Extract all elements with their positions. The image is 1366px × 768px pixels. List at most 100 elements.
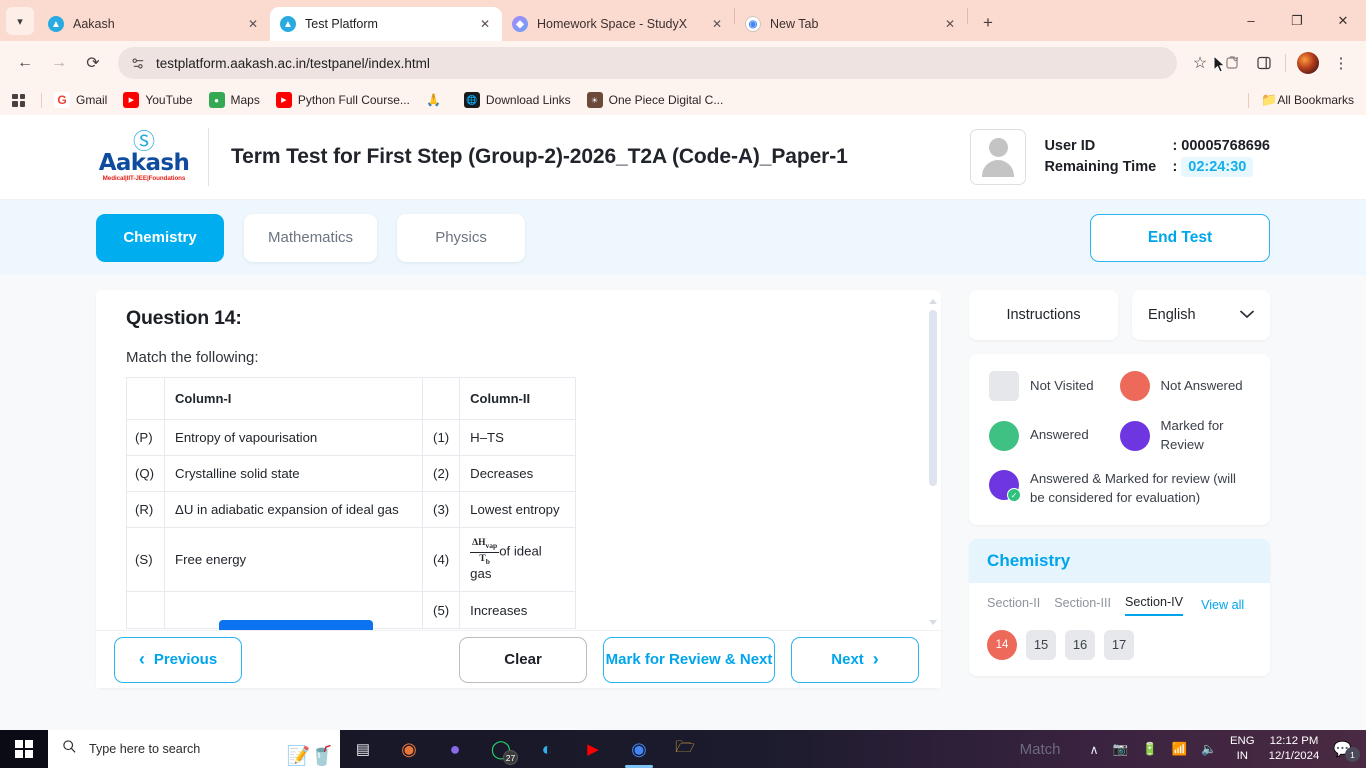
profile-avatar[interactable] bbox=[1297, 52, 1319, 74]
body-area: Question 14: Match the following: Column… bbox=[0, 275, 1366, 730]
battery-icon[interactable]: 🔋 bbox=[1135, 742, 1165, 757]
scroll-down-arrow-icon[interactable] bbox=[929, 620, 938, 625]
windows-logo-icon bbox=[14, 739, 34, 759]
apps-grid-icon[interactable] bbox=[12, 93, 25, 107]
user-info: User ID : 00005768696 Remaining Time : 0… bbox=[970, 129, 1366, 185]
browser-tab-aakash[interactable]: ▲ Aakash ✕ bbox=[38, 7, 270, 41]
legend-label: Answered & Marked for review (will be co… bbox=[1030, 471, 1236, 506]
address-bar[interactable]: testplatform.aakash.ac.in/testpanel/inde… bbox=[118, 47, 1177, 79]
legend-not-visited: Not Visited bbox=[989, 371, 1119, 401]
bookmark-label: Download Links bbox=[485, 93, 571, 107]
row-text-left: Crystalline solid state bbox=[164, 455, 424, 492]
question-number-15[interactable]: 15 bbox=[1026, 629, 1057, 660]
next-button[interactable]: Next › bbox=[791, 636, 920, 683]
toolbar-divider bbox=[1285, 54, 1286, 72]
language-select[interactable]: English bbox=[1132, 290, 1270, 340]
copilot-icon[interactable]: ◉ bbox=[386, 730, 432, 768]
chrome-icon[interactable]: ◉ bbox=[616, 730, 662, 768]
row-key-left: (R) bbox=[125, 491, 166, 528]
close-icon[interactable]: ✕ bbox=[708, 17, 726, 31]
question-scrollbar[interactable] bbox=[928, 298, 939, 626]
section-tab-ii[interactable]: Section-II bbox=[987, 596, 1040, 615]
answered-marked-swatch: ✓ bbox=[989, 470, 1022, 503]
section-tab-iii[interactable]: Section-III bbox=[1054, 596, 1111, 615]
close-window-button[interactable]: ✕ bbox=[1320, 0, 1366, 41]
clock[interactable]: 12:12 PM 12/1/2024 bbox=[1261, 734, 1328, 763]
volume-icon[interactable]: 🔈 bbox=[1194, 742, 1224, 757]
legend-answered: Answered bbox=[989, 417, 1119, 454]
wifi-icon[interactable]: 📶 bbox=[1165, 742, 1195, 757]
site-settings-icon[interactable] bbox=[131, 56, 146, 71]
start-button[interactable] bbox=[0, 730, 48, 768]
question-number-17[interactable]: 17 bbox=[1104, 629, 1135, 660]
next-label: Next bbox=[831, 651, 864, 668]
previous-button[interactable]: ‹ Previous bbox=[114, 636, 242, 683]
legend-row: ✓ Answered & Marked for review (will be … bbox=[989, 470, 1250, 507]
edge-copilot-icon[interactable]: ● bbox=[432, 730, 478, 768]
system-tray: Match ∧ 📷 🔋 📶 🔈 ENG IN 12:12 PM 12/1/202… bbox=[1020, 734, 1366, 763]
bookmark-maps[interactable]: ● Maps bbox=[208, 92, 260, 108]
scroll-up-arrow-icon[interactable] bbox=[929, 299, 938, 304]
bookmark-label: Python Full Course... bbox=[297, 93, 410, 107]
section-tab-iv[interactable]: Section-IV bbox=[1124, 595, 1184, 616]
new-tab-button[interactable]: + bbox=[974, 9, 1002, 37]
youtube-icon[interactable]: ▶ bbox=[570, 730, 616, 768]
tab-chemistry[interactable]: Chemistry bbox=[96, 213, 224, 262]
remaining-time-value: 02:24:30 bbox=[1181, 156, 1254, 177]
language-indicator[interactable]: ENG IN bbox=[1224, 734, 1261, 763]
avatar bbox=[970, 129, 1027, 185]
fraction-deltaH-over-Tb: ΔHvap Tb bbox=[470, 538, 500, 566]
not-visited-swatch bbox=[989, 371, 1020, 401]
side-panel-icon[interactable] bbox=[1249, 48, 1279, 78]
taskbar-search[interactable]: Type here to search 📝🥤 bbox=[48, 730, 340, 768]
close-icon[interactable]: ✕ bbox=[476, 17, 494, 31]
back-icon[interactable]: ← bbox=[10, 48, 40, 78]
bookmark-star-icon[interactable]: ☆ bbox=[1185, 48, 1215, 78]
tab-physics[interactable]: Physics bbox=[397, 213, 526, 262]
check-badge-icon: ✓ bbox=[1007, 488, 1022, 503]
tab-search-icon[interactable]: ▾ bbox=[6, 7, 34, 35]
scrollbar-thumb[interactable] bbox=[929, 310, 938, 486]
row-text-right: H–TS bbox=[459, 419, 577, 456]
clock-date: 12/1/2024 bbox=[1268, 750, 1320, 762]
user-id-label: User ID bbox=[1044, 137, 1096, 154]
browser-tab-studyx[interactable]: ◆ Homework Space - StudyX ✕ bbox=[502, 7, 734, 41]
language-value: English bbox=[1148, 307, 1196, 323]
browser-tab-test-platform[interactable]: ▲ Test Platform ✕ bbox=[270, 7, 502, 41]
notifications-icon[interactable]: 💬 1 bbox=[1327, 740, 1360, 762]
file-explorer-icon[interactable]: 🗁 bbox=[662, 730, 708, 768]
bookmark-youtube[interactable]: ▶ YouTube bbox=[123, 92, 193, 108]
tab-mathematics[interactable]: Mathematics bbox=[244, 213, 378, 262]
reload-icon[interactable]: ⟳ bbox=[78, 48, 108, 78]
minimize-button[interactable]: – bbox=[1228, 0, 1274, 41]
bookmark-download-links[interactable]: 🌐 Download Links bbox=[463, 92, 571, 108]
mark-for-review-next-button[interactable]: Mark for Review & Next bbox=[603, 636, 776, 683]
clear-button[interactable]: Clear bbox=[459, 636, 588, 683]
question-number-16[interactable]: 16 bbox=[1065, 629, 1096, 660]
bookmark-namaste[interactable]: 🙏 bbox=[426, 92, 448, 108]
row-text-right: Decreases bbox=[459, 455, 577, 492]
language-line2: IN bbox=[1236, 750, 1248, 762]
all-bookmarks-button[interactable]: 📁 All Bookmarks bbox=[1242, 92, 1354, 108]
task-view-icon[interactable]: ▤ bbox=[340, 730, 386, 768]
end-test-button[interactable]: End Test bbox=[1090, 213, 1270, 262]
webcam-icon[interactable]: 📷 bbox=[1106, 742, 1136, 757]
show-hidden-icons[interactable]: ∧ bbox=[1082, 742, 1105, 757]
close-icon[interactable]: ✕ bbox=[244, 17, 262, 31]
chrome-menu-icon[interactable]: ⋮ bbox=[1326, 48, 1356, 78]
maximize-button[interactable]: ❐ bbox=[1274, 0, 1320, 41]
whatsapp-icon[interactable]: ◯ 27 bbox=[478, 730, 524, 768]
legend-marked-for-review: Marked for Review bbox=[1119, 417, 1250, 454]
aakash-icon: ▲ bbox=[48, 16, 64, 32]
close-icon[interactable]: ✕ bbox=[941, 17, 959, 31]
view-all-link[interactable]: View all bbox=[1201, 598, 1244, 612]
forward-icon[interactable]: → bbox=[44, 48, 74, 78]
bookmark-one-piece[interactable]: ☀ One Piece Digital C... bbox=[586, 92, 723, 108]
edge-icon[interactable]: ◐ bbox=[524, 730, 570, 768]
table-header-row: Column-I Column-II bbox=[125, 377, 577, 420]
bookmark-gmail[interactable]: G Gmail bbox=[54, 92, 107, 108]
question-number-14[interactable]: 14 bbox=[987, 629, 1018, 660]
bookmark-python-course[interactable]: ▶ Python Full Course... bbox=[275, 92, 410, 108]
browser-tab-new-tab[interactable]: ◉ New Tab ✕ bbox=[735, 7, 967, 41]
instructions-button[interactable]: Instructions bbox=[969, 290, 1118, 340]
